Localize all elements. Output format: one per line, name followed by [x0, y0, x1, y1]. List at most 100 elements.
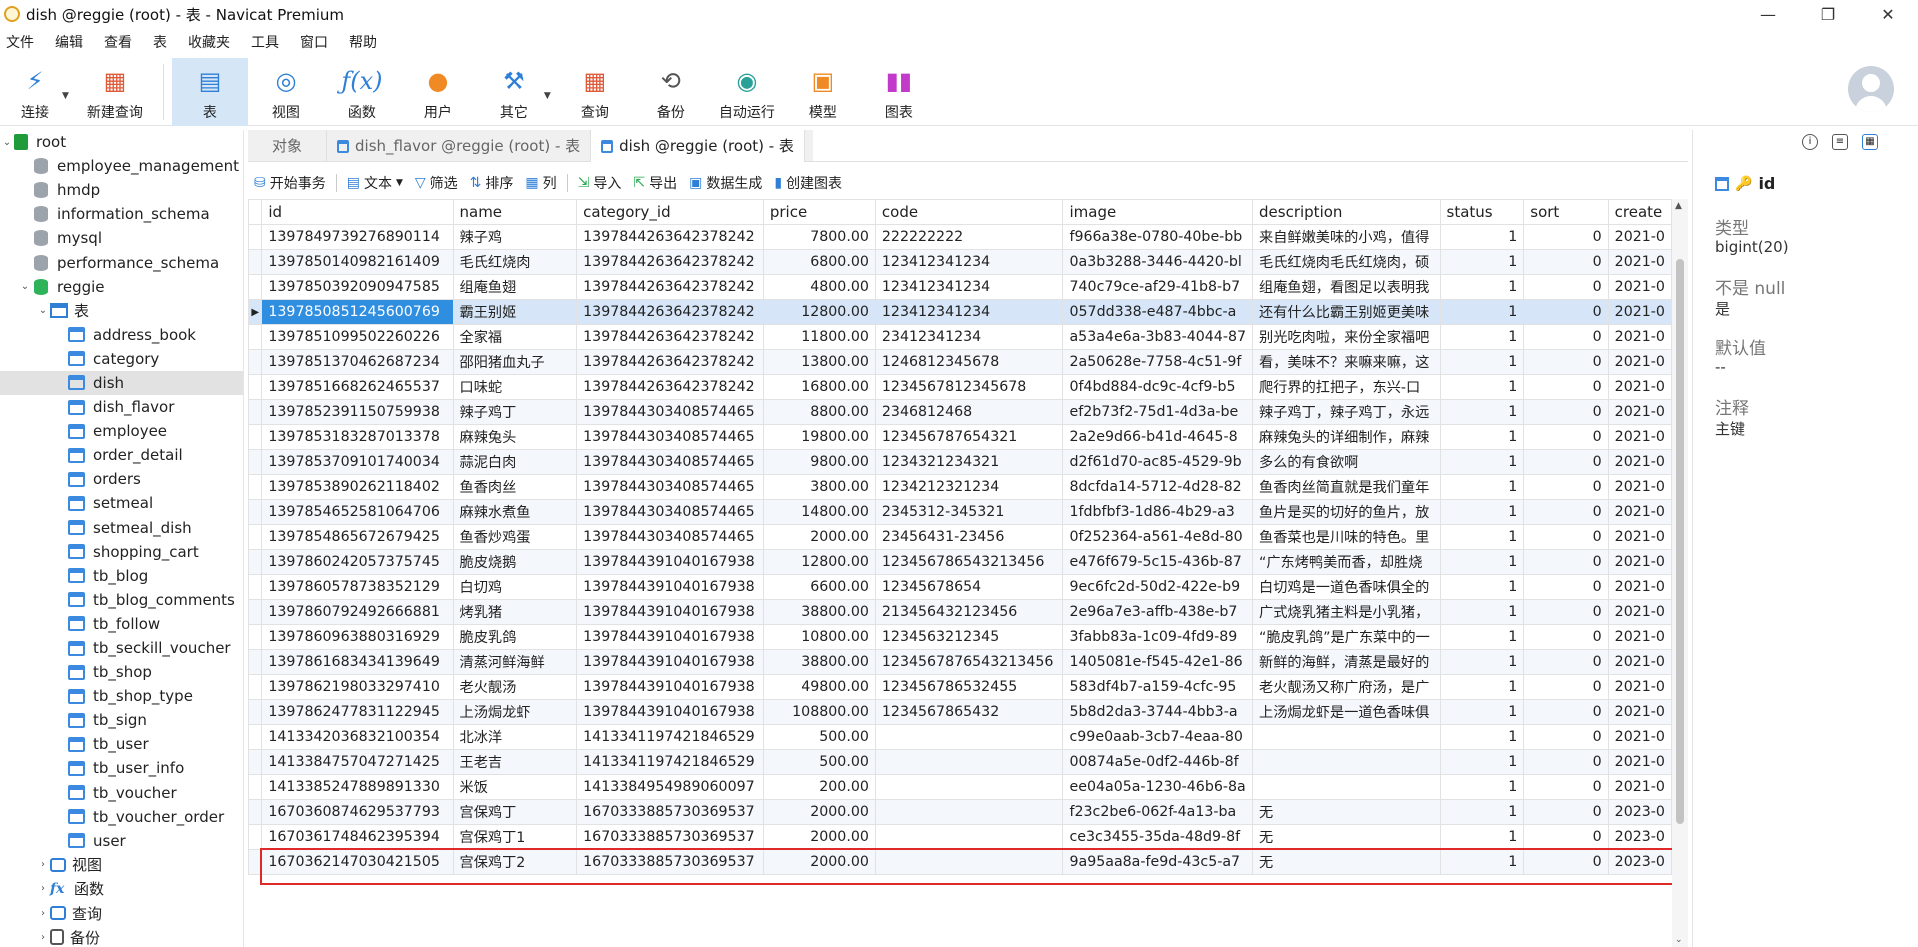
grid-cell[interactable]: 邵阳猪血丸子 [452, 349, 578, 375]
menu-help[interactable]: 帮助 [343, 30, 384, 56]
tab-objects[interactable]: 对象 [248, 130, 328, 162]
grid-cell[interactable]: 2000.00 [762, 824, 876, 850]
grid-cell[interactable]: 0 [1523, 399, 1609, 425]
grid-cell[interactable]: d2f61d70-ac85-4529-9b [1062, 449, 1254, 475]
grid-cell[interactable]: 3fabb83a-1c09-4fd9-89 [1062, 624, 1254, 650]
grid-cell[interactable]: 1 [1439, 299, 1525, 325]
row-marker[interactable] [248, 249, 263, 275]
grid-cell[interactable]: 脆皮烧鹅 [452, 549, 578, 575]
other-button[interactable]: ⚒ 其它 [476, 58, 552, 126]
grid-cell[interactable]: 口味蛇 [452, 374, 578, 400]
grid-cell[interactable]: 1397860963880316929 [261, 624, 454, 650]
grid-cell[interactable]: 1 [1439, 524, 1525, 550]
grid-cell[interactable]: 2345312-345321 [874, 499, 1064, 525]
view-button[interactable]: ◎ 视图 [248, 58, 324, 126]
grid-cell[interactable]: 2021-0 [1607, 324, 1672, 350]
table-row[interactable]: 1397850392090947585 组庵鱼翅 13978442636423782… [248, 274, 1672, 300]
grid-cell[interactable]: 0 [1523, 774, 1609, 800]
table-row[interactable]: 1397853890262118402 鱼香肉丝 13978443034085744… [248, 474, 1672, 500]
row-marker[interactable] [248, 449, 263, 475]
data-generation-button[interactable]: ▣ 数据生成 [683, 173, 768, 193]
grid-cell[interactable]: 11800.00 [762, 324, 876, 350]
table-row[interactable]: 1413384757047271425 王老吉 141334119742184652… [248, 749, 1672, 775]
grid-cell[interactable]: 0 [1523, 599, 1609, 625]
grid-cell[interactable] [874, 849, 1064, 875]
table-row[interactable]: 1397854652581064706 麻辣水煮鱼 1397844303408574… [248, 499, 1672, 525]
expand-arrow-icon[interactable]: › [36, 883, 50, 894]
grid-cell[interactable]: 19800.00 [762, 424, 876, 450]
grid-cell[interactable] [1252, 724, 1441, 750]
table-row[interactable]: 1670362147030421505 宫保鸡丁2 1670333885730369… [248, 849, 1672, 875]
grid-cell[interactable]: 123456786532455 [874, 674, 1064, 700]
grid-cell[interactable]: 123412341234 [874, 299, 1064, 325]
row-marker[interactable] [248, 399, 263, 425]
grid-cell[interactable]: 0 [1523, 349, 1609, 375]
scroll-up-icon[interactable]: ▲ [1675, 201, 1682, 211]
collapse-arrow-icon[interactable]: ⌄ [36, 305, 50, 316]
backup-button[interactable]: ⟲ 备份 [633, 58, 709, 126]
grid-cell[interactable]: 2021-0 [1607, 224, 1672, 250]
grid-cell[interactable]: 2021-0 [1607, 774, 1672, 800]
close-button[interactable]: ✕ [1858, 0, 1918, 28]
grid-cell[interactable]: 3800.00 [762, 474, 876, 500]
grid-cell[interactable]: 2021-0 [1607, 499, 1672, 525]
tree-db-item[interactable]: hmdp [0, 178, 243, 202]
grid-cell[interactable]: 宫保鸡丁2 [452, 849, 578, 875]
grid-cell[interactable]: 1234567812345678 [874, 374, 1064, 400]
maximize-button[interactable]: ❐ [1798, 0, 1858, 28]
table-row[interactable]: 1413342036832100354 北冰洋 141334119742184652… [248, 724, 1672, 750]
tree-table-item[interactable]: category [0, 347, 243, 371]
column-header[interactable]: code [874, 199, 1064, 225]
row-marker[interactable] [248, 724, 263, 750]
grid-cell[interactable]: 鱼香炒鸡蛋 [452, 524, 578, 550]
user-button[interactable]: ● 用户 [400, 58, 476, 126]
tree-root[interactable]: ⌄ root [0, 130, 243, 154]
grid-cell[interactable]: 1 [1439, 599, 1525, 625]
columns-button[interactable]: ▦ 列 [519, 173, 562, 193]
grid-cell[interactable]: f23c2be6-062f-4a13-ba [1062, 799, 1254, 825]
text-button[interactable]: ▤ 文本 ▼ [341, 173, 409, 193]
grid-cell[interactable]: 12800.00 [762, 549, 876, 575]
grid-cell[interactable]: 2021-0 [1607, 449, 1672, 475]
grid-cell[interactable]: 200.00 [762, 774, 876, 800]
grid-cell[interactable]: 1397853890262118402 [261, 474, 454, 500]
table-row[interactable]: 1670361748462395394 宫保鸡丁1 1670333885730369… [248, 824, 1672, 850]
grid-cell[interactable]: 1397851668262465537 [261, 374, 454, 400]
grid-cell[interactable]: 2346812468 [874, 399, 1064, 425]
row-marker[interactable] [248, 649, 263, 675]
grid-cell[interactable]: 1397844263642378242 [576, 374, 764, 400]
column-header[interactable]: price [762, 199, 876, 225]
grid-cell[interactable]: 0a3b3288-3446-4420-bl [1062, 249, 1254, 275]
grid-cell[interactable]: 1397844391040167938 [576, 574, 764, 600]
grid-cell[interactable]: 2021-0 [1607, 699, 1672, 725]
grid-cell[interactable]: 多么的有食欲啊 [1252, 449, 1441, 475]
automation-button[interactable]: ◉ 自动运行 [709, 58, 785, 126]
grid-cell[interactable]: 2021-0 [1607, 624, 1672, 650]
tree-views-group[interactable]: › 视图 [0, 853, 243, 877]
current-row-icon[interactable]: ▶ [248, 299, 263, 325]
create-chart-button[interactable]: ▮ 创建图表 [768, 173, 848, 193]
row-marker[interactable] [248, 774, 263, 800]
grid-cell[interactable]: 1397861683434139649 [261, 649, 454, 675]
tree-table-item[interactable]: dish [0, 370, 243, 396]
grid-cell[interactable]: 1 [1439, 474, 1525, 500]
grid-cell[interactable]: 1397844303408574465 [576, 449, 764, 475]
grid-cell[interactable]: 看，美味不？来嘛来嘛，这 [1252, 349, 1441, 375]
grid-cell[interactable]: 1 [1439, 749, 1525, 775]
table-row[interactable]: 1397860792492666881 烤乳猪 139784439104016793… [248, 599, 1672, 625]
row-marker[interactable] [248, 599, 263, 625]
row-marker[interactable] [248, 699, 263, 725]
grid-cell[interactable]: 组庵鱼翅，看图足以表明我 [1252, 274, 1441, 300]
table-row[interactable]: 1397860963880316929 脆皮乳鸽 13978443910401679… [248, 624, 1672, 650]
grid-cell[interactable]: 1413385247889891330 [261, 774, 454, 800]
grid-cell[interactable]: 1 [1439, 649, 1525, 675]
tree-db-item[interactable]: mysql [0, 226, 243, 250]
tree-tables-group[interactable]: ⌄ 表 [0, 299, 243, 323]
grid-cell[interactable]: 1397850392090947585 [261, 274, 454, 300]
grid-cell[interactable]: 2023-0 [1607, 799, 1672, 825]
grid-cell[interactable]: 2021-0 [1607, 674, 1672, 700]
tree-table-item[interactable]: setmeal_dish [0, 516, 243, 540]
grid-cell[interactable]: 1397860578738352129 [261, 574, 454, 600]
grid-cell[interactable]: 0 [1523, 374, 1609, 400]
grid-cell[interactable]: 1 [1439, 724, 1525, 750]
